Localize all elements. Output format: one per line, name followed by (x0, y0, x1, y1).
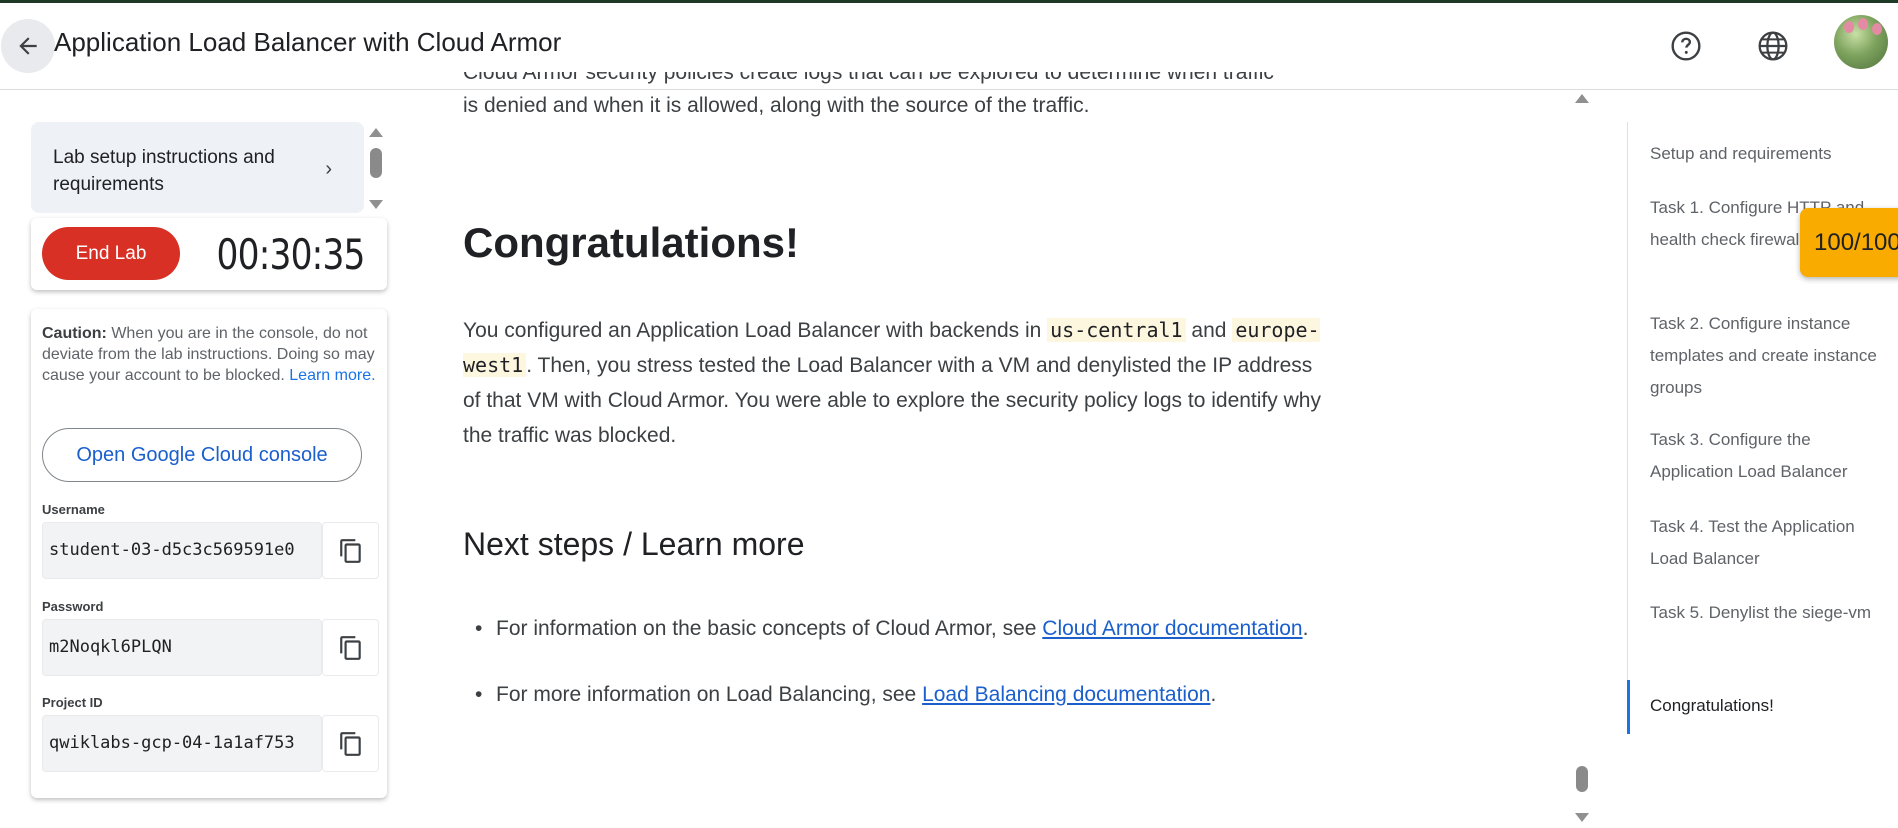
copy-icon (339, 538, 361, 563)
bullet-1-text: For information on the basic concepts of… (496, 617, 1043, 640)
lab-setup-card[interactable]: Lab setup instructions and requirements … (31, 122, 364, 213)
password-label: Password (42, 599, 104, 614)
next-steps-heading: Next steps / Learn more (463, 526, 805, 562)
password-value: m2Noqkl6PLQN (49, 637, 172, 657)
avatar[interactable] (1834, 15, 1888, 69)
copy-username-button[interactable] (322, 522, 379, 579)
toc-item-task-3[interactable]: Task 3. Configure the Application Load B… (1650, 424, 1880, 488)
toc-item-congratulations[interactable]: Congratulations! (1650, 690, 1880, 722)
summary-paragraph: You configured an Application Load Balan… (463, 313, 1333, 453)
lab-timer: 00:30:35 (216, 230, 366, 279)
cloud-armor-docs-link[interactable]: Cloud Armor documentation (1042, 617, 1302, 640)
end-lab-button[interactable]: End Lab (42, 227, 180, 280)
caution-label: Caution: (42, 325, 107, 342)
help-icon (1671, 31, 1701, 61)
toc-item-setup[interactable]: Setup and requirements (1650, 138, 1880, 170)
project-id-label: Project ID (42, 695, 103, 710)
caution-message: Caution: When you are in the console, do… (42, 323, 378, 386)
username-value: student-03-d5c3c569591e0 (49, 540, 295, 560)
region-code-1: us-central1 (1047, 318, 1186, 342)
list-item: For more information on Load Balancing, … (463, 677, 1333, 712)
learn-more-link[interactable]: Learn more. (289, 367, 375, 384)
credentials-card: Caution: When you are in the console, do… (31, 309, 387, 798)
summary-text-2: and (1185, 319, 1233, 342)
globe-icon (1758, 31, 1788, 61)
password-field[interactable]: m2Noqkl6PLQN (42, 619, 322, 676)
back-button[interactable] (1, 19, 55, 73)
list-item: For information on the basic concepts of… (463, 611, 1333, 646)
intro-line-1: Cloud Armor security policies create log… (463, 72, 1274, 84)
page-title: Application Load Balancer with Cloud Arm… (54, 27, 562, 57)
language-button[interactable] (1755, 28, 1791, 64)
toc-item-task-2[interactable]: Task 2. Configure instance templates and… (1650, 308, 1880, 404)
open-console-button[interactable]: Open Google Cloud console (42, 428, 362, 482)
lab-setup-label: Lab setup instructions and requirements (53, 147, 275, 195)
summary-text-3: . Then, you stress tested the Load Balan… (463, 354, 1321, 447)
scroll-down-arrow-icon[interactable] (369, 200, 383, 209)
intro-line-2: is denied and when it is allowed, along … (463, 94, 1090, 117)
bullet-2-text: For more information on Load Balancing, … (496, 683, 923, 706)
copy-icon (339, 731, 361, 756)
bullet-2-end: . (1210, 683, 1217, 706)
scroll-up-arrow-icon[interactable] (1575, 94, 1589, 103)
intro-paragraph: Cloud Armor security policies create log… (463, 72, 1333, 123)
username-label: Username (42, 502, 105, 517)
congratulations-heading: Congratulations! (463, 219, 799, 266)
next-steps-list: For information on the basic concepts of… (463, 611, 1333, 743)
chevron-right-icon: › (325, 158, 332, 180)
score-badge[interactable]: 100/100 (1800, 208, 1898, 277)
summary-text-1: You configured an Application Load Balan… (463, 319, 1048, 342)
copy-icon (339, 635, 361, 660)
username-field[interactable]: student-03-d5c3c569591e0 (42, 522, 322, 579)
toc-item-task-4[interactable]: Task 4. Test the Application Load Balanc… (1650, 511, 1880, 575)
copy-password-button[interactable] (322, 619, 379, 676)
load-balancing-docs-link[interactable]: Load Balancing documentation (922, 683, 1210, 706)
project-id-field[interactable]: qwiklabs-gcp-04-1a1af753 (42, 715, 322, 772)
back-arrow-icon (19, 37, 37, 55)
toc-active-indicator (1627, 680, 1630, 734)
toc-item-task-5[interactable]: Task 5. Denylist the siege-vm (1650, 597, 1880, 629)
project-id-value: qwiklabs-gcp-04-1a1af753 (49, 733, 295, 753)
scroll-down-arrow-icon[interactable] (1575, 813, 1589, 822)
timer-card: End Lab 00:30:35 (31, 218, 387, 290)
scroll-thumb[interactable] (370, 148, 382, 178)
content-scrollbar[interactable] (1574, 94, 1590, 828)
scroll-up-arrow-icon[interactable] (369, 128, 383, 137)
copy-project-id-button[interactable] (322, 715, 379, 772)
bullet-1-end: . (1302, 617, 1309, 640)
scroll-thumb[interactable] (1576, 766, 1588, 792)
left-scrollbar[interactable] (369, 126, 383, 212)
help-button[interactable] (1668, 28, 1704, 64)
